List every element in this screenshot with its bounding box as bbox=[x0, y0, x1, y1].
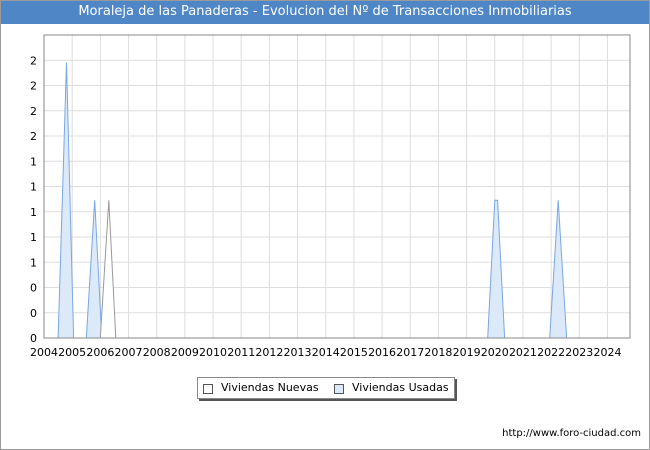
x-tick-label: 2018 bbox=[424, 346, 452, 359]
x-tick-label: 2005 bbox=[58, 346, 86, 359]
y-tick-label: 2 bbox=[30, 80, 37, 93]
y-tick-label: 0 bbox=[30, 332, 37, 345]
y-tick-label: 1 bbox=[30, 206, 37, 219]
x-tick-label: 2016 bbox=[368, 346, 396, 359]
x-tick-label: 2011 bbox=[227, 346, 255, 359]
x-axis-ticks: 2004 2005 2006 2007 2008 2009 2010 2011 2012 2013… bbox=[30, 346, 621, 359]
x-tick-label: 2006 bbox=[86, 346, 114, 359]
x-tick-label: 2023 bbox=[565, 346, 593, 359]
x-tick-label: 2013 bbox=[284, 346, 312, 359]
footer-url: http://www.foro-ciudad.com bbox=[502, 428, 641, 439]
legend-swatch-nuevas bbox=[203, 384, 213, 394]
legend: Viviendas Nuevas Viviendas Usadas bbox=[197, 377, 455, 399]
legend-swatch-usadas bbox=[334, 384, 344, 394]
x-tick-label: 2019 bbox=[453, 346, 481, 359]
x-tick-label: 2008 bbox=[143, 346, 171, 359]
x-tick-label: 2017 bbox=[396, 346, 424, 359]
x-tick-label: 2004 bbox=[30, 346, 58, 359]
y-tick-label: 0 bbox=[30, 282, 37, 295]
y-tick-label: 1 bbox=[30, 256, 37, 269]
x-tick-label: 2014 bbox=[312, 346, 340, 359]
legend-label-usadas: Viviendas Usadas bbox=[352, 381, 449, 394]
x-tick-label: 2007 bbox=[115, 346, 143, 359]
legend-label-nuevas: Viviendas Nuevas bbox=[221, 381, 319, 394]
y-tick-label: 1 bbox=[30, 181, 37, 194]
y-tick-label: 2 bbox=[30, 105, 37, 118]
y-tick-label: 1 bbox=[30, 231, 37, 244]
y-tick-label: 1 bbox=[30, 155, 37, 168]
x-tick-label: 2020 bbox=[481, 346, 509, 359]
y-tick-label: 2 bbox=[30, 54, 37, 67]
y-tick-label: 0 bbox=[30, 307, 37, 320]
x-tick-label: 2012 bbox=[255, 346, 283, 359]
x-tick-label: 2024 bbox=[593, 346, 621, 359]
x-tick-label: 2010 bbox=[199, 346, 227, 359]
x-tick-label: 2021 bbox=[509, 346, 537, 359]
x-tick-label: 2015 bbox=[340, 346, 368, 359]
x-tick-label: 2009 bbox=[171, 346, 199, 359]
y-tick-label: 2 bbox=[30, 130, 37, 143]
y-axis-ticks: 0 0 0 1 1 1 1 1 2 2 2 2 bbox=[30, 54, 37, 345]
x-tick-label: 2022 bbox=[537, 346, 565, 359]
